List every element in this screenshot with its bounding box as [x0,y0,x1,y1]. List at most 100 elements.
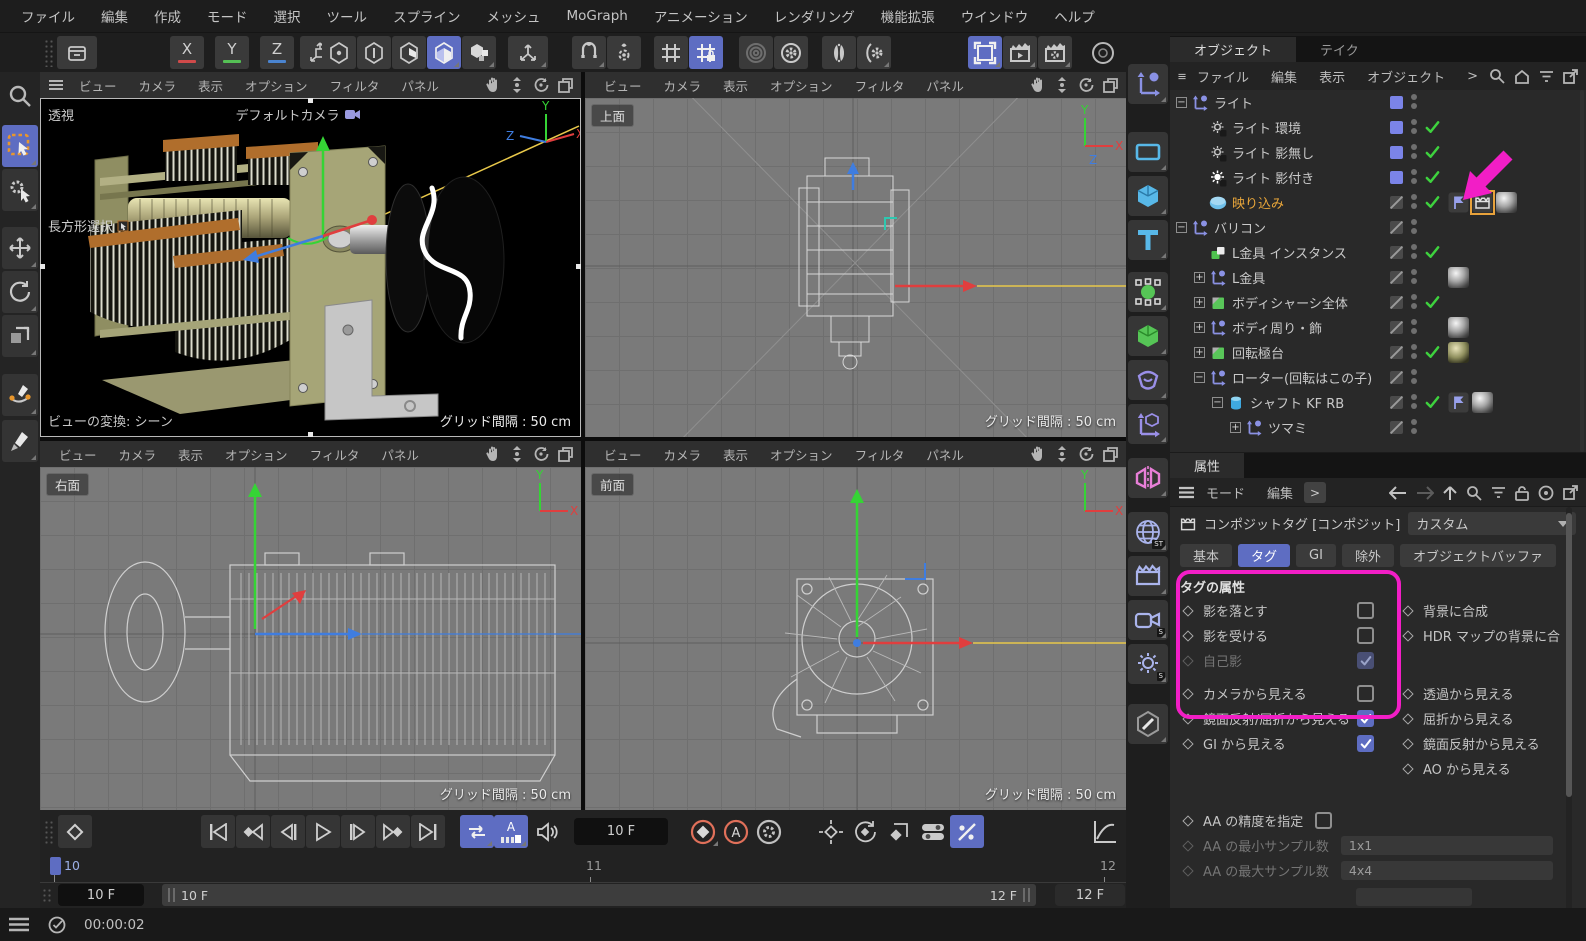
am-scrollbar[interactable] [1566,507,1572,941]
layer-swatch[interactable] [1390,221,1403,234]
object-name[interactable]: L金具 インスタンス [1232,243,1347,262]
timeline-ruler[interactable]: 10 11 12 [40,854,1126,883]
viewport-menu-1[interactable]: カメラ [653,445,713,464]
expand-toggle[interactable]: − [1176,97,1187,108]
next-key-button[interactable] [376,815,410,848]
visibility-dots[interactable] [1411,169,1417,184]
expand-toggle[interactable]: − [1212,397,1223,408]
record-keyframe-button[interactable] [686,815,720,848]
viewport-menu-3[interactable]: オプション [759,76,844,95]
menu-item-11[interactable]: 機能拡張 [868,6,948,26]
next-frame-button[interactable] [341,815,375,848]
partial-field[interactable] [1356,888,1472,906]
lock-workplane-button[interactable] [689,36,723,69]
viewport-front-canvas[interactable]: Y X 前面 グリッド間隔 : 50 cm [585,467,1126,810]
menu-item-2[interactable]: 作成 [141,6,194,26]
viewport-menu-1[interactable]: カメラ [128,76,188,95]
layer-swatch[interactable] [1390,321,1403,334]
edges-mode-button[interactable] [357,36,391,69]
falloff-button[interactable] [739,36,773,69]
object-row-3[interactable]: ライト 影付き [1170,165,1586,190]
light-object-button[interactable]: S [1128,644,1168,684]
object-row-2[interactable]: ライト 影無し [1170,140,1586,165]
display-tag[interactable] [1448,392,1469,413]
layer-swatch[interactable] [1390,371,1403,384]
pan-hand-icon[interactable] [1030,446,1046,462]
menu-item-0[interactable]: ファイル [8,6,88,26]
menu-item-6[interactable]: スプライン [380,6,474,26]
workplane-box-button[interactable] [57,36,97,69]
object-name[interactable]: ライト 環境 [1232,118,1301,137]
sky-object-button[interactable]: ST [1128,512,1168,552]
tab-objects[interactable]: オブジェクト [1170,37,1296,62]
expand-toggle[interactable]: + [1194,297,1205,308]
goto-start-button[interactable] [201,815,235,848]
layer-swatch[interactable] [1390,296,1403,309]
object-row-7[interactable]: +L金具 [1170,265,1586,290]
view-handle[interactable] [40,264,45,269]
om-menu-more[interactable]: > [1456,69,1489,84]
om-scrollbar[interactable] [1580,90,1584,452]
material-button[interactable] [1128,704,1168,744]
spline-plane-button[interactable] [1128,132,1168,172]
current-frame-field[interactable]: 10 F [574,818,668,845]
viewport-menu-3[interactable]: オプション [234,76,319,95]
viewport-perspective[interactable]: ビューカメラ表示オプションフィルタパネル [40,72,581,437]
viewport-perspective-canvas[interactable]: Y X Z 透視 デフォルトカメラ 長方形選択 ビューの変換: シーン グリッド… [40,98,581,437]
value-field[interactable]: 1x1 [1341,836,1553,855]
menu-item-9[interactable]: アニメーション [641,6,761,26]
viewport-menu-1[interactable]: カメラ [108,445,168,464]
goto-end-button[interactable] [411,815,445,848]
object-name[interactable]: バリコン [1214,218,1266,237]
am-menu-mode[interactable]: モード [1195,483,1256,502]
checkbox[interactable] [1357,710,1374,727]
visibility-dots[interactable] [1411,394,1417,409]
viewport-menu-5[interactable]: パネル [370,445,430,464]
key-parameter-button[interactable] [916,815,950,848]
autokey-toggle-button[interactable]: A [719,815,753,848]
object-row-13[interactable]: +ツマミ [1170,415,1586,440]
visibility-dots[interactable] [1411,269,1417,284]
object-row-1[interactable]: ライト 環境 [1170,115,1586,140]
status-menu-icon[interactable] [8,917,30,932]
fcurve-editor-button[interactable] [1088,815,1122,848]
rectangle-selection-tool[interactable] [2,125,38,167]
layer-swatch[interactable] [1390,271,1403,284]
viewport-menu-2[interactable]: 表示 [712,445,759,464]
am-menu-more[interactable]: > [1304,482,1326,503]
range-grip-left[interactable] [168,888,175,902]
view-handle[interactable] [308,432,313,437]
range-end-field[interactable]: 12 F [1055,884,1125,906]
camera-label[interactable]: デフォルトカメラ [235,105,360,124]
visibility-dots[interactable] [1411,419,1417,434]
layer-swatch[interactable] [1390,121,1403,134]
checkbox[interactable] [1357,735,1374,752]
visibility-dots[interactable] [1411,294,1417,309]
visibility-dots[interactable] [1411,144,1417,159]
key-rotation-button[interactable] [848,815,882,848]
enabled-check-icon[interactable] [1424,294,1441,311]
search-icon[interactable] [1489,68,1505,84]
points-mode-button[interactable] [322,36,356,69]
viewport-menu-0[interactable]: ビュー [593,76,653,95]
texture-tag[interactable] [1448,267,1469,288]
texture-tag[interactable] [1448,342,1469,363]
viewport-menu-4[interactable]: フィルタ [844,445,916,464]
lock-z-axis-button[interactable]: Z [260,36,294,69]
om-menu-objects[interactable]: オブジェクト [1356,67,1456,86]
loop-playback-button[interactable] [460,815,494,848]
layer-swatch[interactable] [1390,146,1403,159]
key-scale-button[interactable] [882,815,916,848]
texture-tag[interactable] [1448,317,1469,338]
tweak-tool[interactable] [2,169,38,211]
back-arrow-icon[interactable] [1389,486,1407,500]
keying-settings-button[interactable] [752,815,786,848]
menu-item-4[interactable]: 選択 [261,6,314,26]
enabled-check-icon[interactable] [1424,169,1441,186]
viewport-nav-icons[interactable] [1030,77,1118,93]
orbit-icon[interactable] [1078,77,1094,93]
pan-hand-icon[interactable] [485,77,501,93]
object-name[interactable]: L金具 [1232,268,1265,287]
play-button[interactable] [306,815,340,848]
panel-menu-icon[interactable] [1178,486,1195,499]
